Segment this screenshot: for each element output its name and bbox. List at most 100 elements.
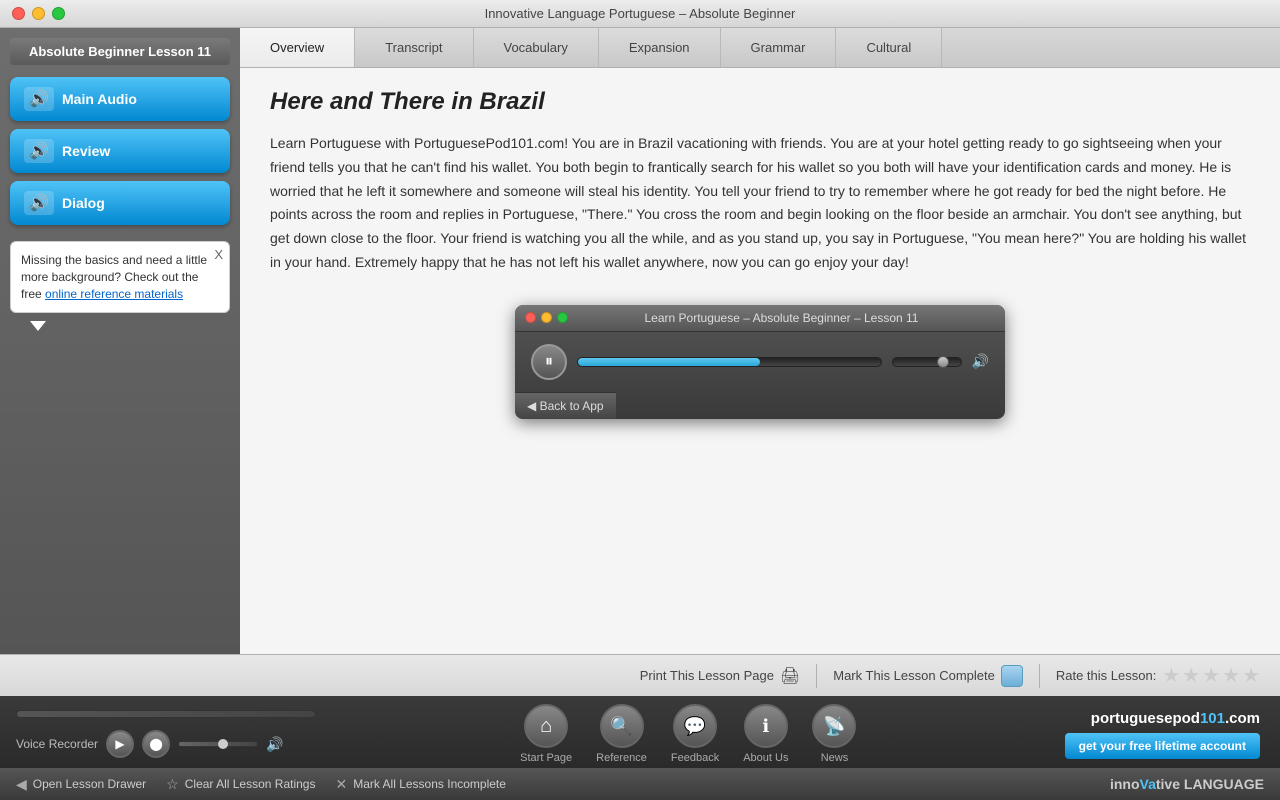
- drawer-icon: ◀: [16, 776, 27, 793]
- lesson-title-badge: Absolute Beginner Lesson 11: [10, 38, 230, 65]
- mark-complete-checkbox[interactable]: [1001, 665, 1023, 687]
- about-icon: ℹ: [744, 704, 788, 748]
- innovative-language-brand: innoVative LANGUAGE: [1110, 776, 1264, 792]
- vr-play-button[interactable]: ▶: [106, 730, 134, 758]
- titlebar: Innovative Language Portuguese – Absolut…: [0, 0, 1280, 28]
- info-box: X Missing the basics and need a little m…: [10, 241, 230, 313]
- tab-bar: Overview Transcript Vocabulary Expansion…: [240, 28, 1280, 68]
- review-button[interactable]: 🔊 Review: [10, 129, 230, 173]
- tab-grammar[interactable]: Grammar: [721, 28, 837, 67]
- footer-icon-news[interactable]: 📡 News: [812, 704, 856, 764]
- brand-highlight: Va: [1140, 776, 1156, 792]
- tab-cultural[interactable]: Cultural: [836, 28, 942, 67]
- lesson-body-text: Learn Portuguese with PortuguesePod101.c…: [270, 132, 1250, 275]
- tab-overview[interactable]: Overview: [240, 28, 355, 67]
- open-lesson-drawer-button[interactable]: ◀ Open Lesson Drawer: [16, 776, 146, 793]
- open-lesson-drawer-label: Open Lesson Drawer: [33, 777, 146, 791]
- player-window-controls: [525, 312, 568, 323]
- close-button[interactable]: [12, 7, 25, 20]
- lesson-content: Here and There in Brazil Learn Portugues…: [240, 68, 1280, 654]
- separator: [816, 664, 817, 688]
- tab-expansion[interactable]: Expansion: [599, 28, 721, 67]
- close-icon[interactable]: X: [214, 246, 223, 264]
- bottom-bar: Print This Lesson Page 🖨 Mark This Lesso…: [0, 654, 1280, 696]
- minimize-button[interactable]: [32, 7, 45, 20]
- star-rating[interactable]: ★ ★ ★ ★ ★: [1162, 663, 1260, 688]
- footer-icon-about-us[interactable]: ℹ About Us: [743, 704, 788, 764]
- home-icon: ⌂: [524, 704, 568, 748]
- maximize-button[interactable]: [52, 7, 65, 20]
- voice-recorder-bar: [16, 710, 316, 718]
- voice-recorder-section: Voice Recorder ▶ ⬤ 🔊: [0, 710, 332, 758]
- main-audio-label: Main Audio: [62, 91, 137, 107]
- get-account-button[interactable]: get your free lifetime account: [1065, 733, 1260, 759]
- player-close-button[interactable]: [525, 312, 536, 323]
- vr-stop-button[interactable]: ⬤: [142, 730, 170, 758]
- star-3[interactable]: ★: [1202, 663, 1220, 688]
- voice-recorder-label: Voice Recorder: [16, 737, 98, 751]
- separator2: [1039, 664, 1040, 688]
- about-us-label: About Us: [743, 752, 788, 764]
- dialog-label: Dialog: [62, 195, 105, 211]
- volume-track[interactable]: [892, 357, 962, 367]
- volume-knob: [937, 356, 949, 368]
- footer-icon-feedback[interactable]: 💬 Feedback: [671, 704, 719, 764]
- print-lesson-label: Print This Lesson Page: [640, 668, 774, 683]
- main-audio-button[interactable]: 🔊 Main Audio: [10, 77, 230, 121]
- play-pause-button[interactable]: ⏸: [531, 344, 567, 380]
- news-icon: 📡: [812, 704, 856, 748]
- rate-lesson: Rate this Lesson: ★ ★ ★ ★ ★: [1056, 663, 1260, 688]
- player-controls: ⏸ 🔊: [515, 332, 1005, 392]
- vr-volume-icon: 🔊: [266, 736, 283, 753]
- rate-lesson-label: Rate this Lesson:: [1056, 668, 1156, 683]
- start-page-label: Start Page: [520, 752, 572, 764]
- sidebar: Absolute Beginner Lesson 11 🔊 Main Audio…: [0, 28, 240, 654]
- footer-nav: Voice Recorder ▶ ⬤ 🔊 ⌂ Start Page 🔍 Refe…: [0, 696, 1280, 768]
- top-section: Absolute Beginner Lesson 11 🔊 Main Audio…: [0, 28, 1280, 654]
- feedback-label: Feedback: [671, 752, 719, 764]
- reference-link[interactable]: online reference materials: [45, 287, 183, 301]
- star-5[interactable]: ★: [1242, 663, 1260, 688]
- lesson-heading: Here and There in Brazil: [270, 88, 1250, 116]
- mark-incomplete-label: Mark All Lessons Incomplete: [353, 777, 506, 791]
- footer-brand: portuguesepod101.com get your free lifet…: [1045, 710, 1280, 759]
- main-container: Absolute Beginner Lesson 11 🔊 Main Audio…: [0, 28, 1280, 800]
- mark-complete-button[interactable]: Mark This Lesson Complete: [833, 665, 1023, 687]
- footer-icon-reference[interactable]: 🔍 Reference: [596, 704, 647, 764]
- footer-icon-start-page[interactable]: ⌂ Start Page: [520, 704, 572, 764]
- speaker-icon: 🔊: [24, 87, 54, 111]
- back-to-app-button[interactable]: ◀ Back to App: [515, 392, 616, 419]
- brand-url: portuguesepod101.com: [1091, 710, 1260, 727]
- star-icon: ☆: [166, 776, 179, 793]
- star-2[interactable]: ★: [1182, 663, 1200, 688]
- print-icon: 🖨: [780, 666, 800, 686]
- audio-player-popup: Learn Portuguese – Absolute Beginner – L…: [515, 305, 1005, 419]
- feedback-icon: 💬: [673, 704, 717, 748]
- star-4[interactable]: ★: [1222, 663, 1240, 688]
- speaker-icon-dialog: 🔊: [24, 191, 54, 215]
- window-title: Innovative Language Portuguese – Absolut…: [485, 6, 796, 21]
- mark-complete-label: Mark This Lesson Complete: [833, 668, 995, 683]
- vr-volume-slider[interactable]: [178, 741, 258, 747]
- review-label: Review: [62, 143, 110, 159]
- reference-icon: 🔍: [600, 704, 644, 748]
- brand-accent: 101: [1200, 710, 1225, 727]
- tab-vocabulary[interactable]: Vocabulary: [474, 28, 599, 67]
- player-min-button[interactable]: [541, 312, 552, 323]
- star-1[interactable]: ★: [1162, 663, 1180, 688]
- player-title: Learn Portuguese – Absolute Beginner – L…: [568, 311, 995, 325]
- player-titlebar: Learn Portuguese – Absolute Beginner – L…: [515, 305, 1005, 332]
- dialog-button[interactable]: 🔊 Dialog: [10, 181, 230, 225]
- voice-recorder-controls: Voice Recorder ▶ ⬤ 🔊: [16, 730, 283, 758]
- footer-icons: ⌂ Start Page 🔍 Reference 💬 Feedback ℹ Ab…: [500, 704, 876, 764]
- vr-volume-knob: [218, 739, 228, 749]
- tab-transcript[interactable]: Transcript: [355, 28, 473, 67]
- progress-track[interactable]: [577, 357, 882, 367]
- volume-icon: 🔊: [972, 353, 989, 370]
- player-max-button[interactable]: [557, 312, 568, 323]
- print-lesson-button[interactable]: Print This Lesson Page 🖨: [640, 666, 800, 686]
- clear-ratings-button[interactable]: ☆ Clear All Lesson Ratings: [166, 776, 315, 793]
- window-controls: [12, 7, 65, 20]
- very-bottom-bar: ◀ Open Lesson Drawer ☆ Clear All Lesson …: [0, 768, 1280, 800]
- mark-incomplete-button[interactable]: ✕ Mark All Lessons Incomplete: [335, 776, 505, 793]
